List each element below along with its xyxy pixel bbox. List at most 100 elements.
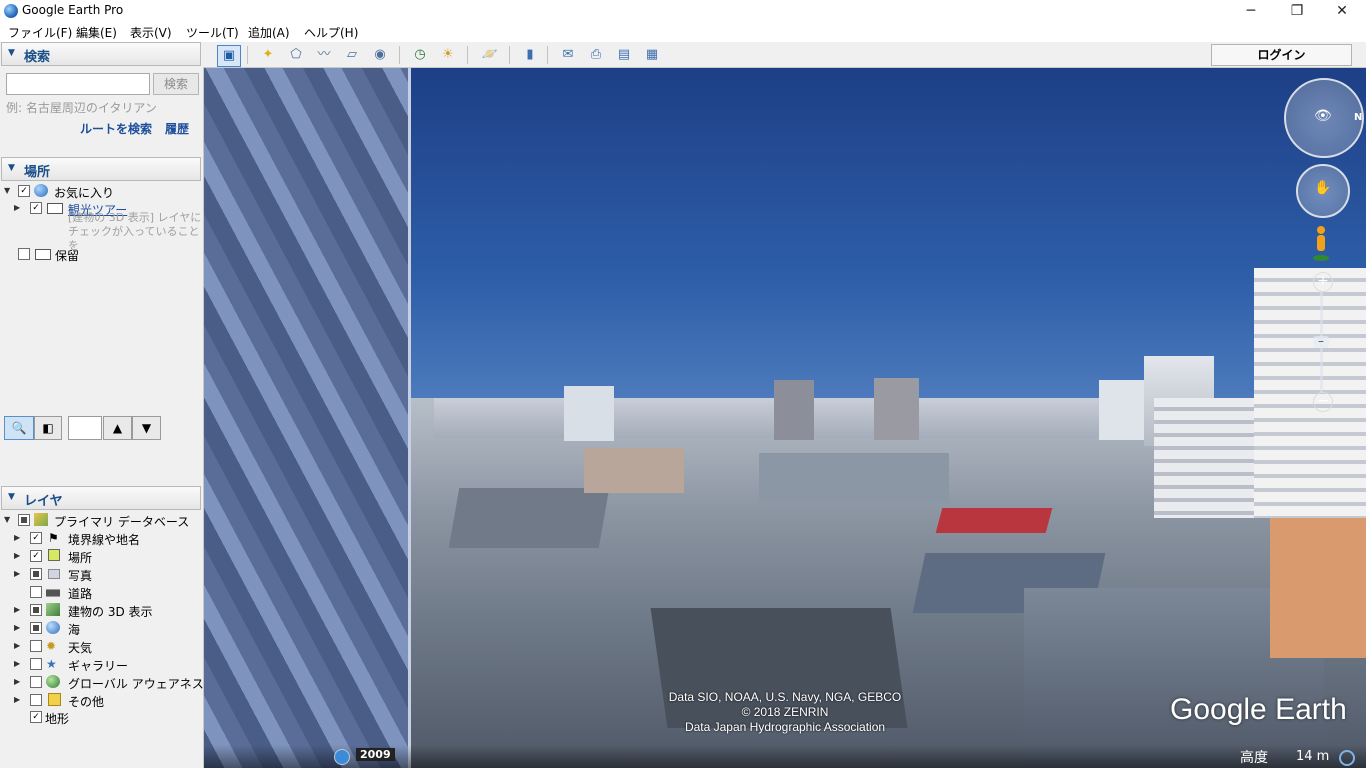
folder-icon xyxy=(35,249,51,260)
layer-primary-row[interactable]: ▼ プライマリ データベース xyxy=(0,511,203,529)
tour-checkbox[interactable]: ✓ xyxy=(30,202,42,214)
layer-checkbox[interactable] xyxy=(30,658,42,670)
expand-right-icon[interactable]: ▶ xyxy=(14,695,20,704)
history-link[interactable]: 履歴 xyxy=(165,120,189,137)
print-button[interactable]: ⎙ xyxy=(585,45,607,65)
layer-checkbox[interactable]: ✓ xyxy=(30,550,42,562)
layers-panel-header[interactable]: ▼ レイヤ xyxy=(1,486,201,510)
route-search-link[interactable]: ルートを検索 xyxy=(80,120,152,137)
menu-view[interactable]: 表示(V) xyxy=(130,24,172,41)
planet-icon: 🪐 xyxy=(481,47,499,62)
move-down-button[interactable]: ▼ xyxy=(132,416,161,440)
expand-right-icon[interactable]: ▶ xyxy=(14,677,20,686)
zoom-in-button[interactable]: + xyxy=(1313,272,1333,292)
login-button[interactable]: ログイン xyxy=(1211,44,1352,66)
street-view-pegman-icon[interactable] xyxy=(1311,224,1331,264)
expand-right-icon[interactable]: ▶ xyxy=(14,551,20,560)
search-panel-header[interactable]: ▼ 検索 xyxy=(1,42,201,66)
orange-building xyxy=(1270,518,1366,658)
places-panel-header[interactable]: ▼ 場所 xyxy=(1,157,201,181)
imagery-year[interactable]: 2009 xyxy=(356,748,395,761)
ruler-button[interactable]: ▮ xyxy=(519,45,541,65)
expand-down-icon[interactable]: ▼ xyxy=(4,515,10,524)
add-polygon-button[interactable]: ⬠ xyxy=(285,45,307,65)
layer-row[interactable]: ▶ ✓ 場所 xyxy=(0,547,203,565)
expand-right-icon[interactable]: ▶ xyxy=(14,605,20,614)
places-square-icon xyxy=(48,549,60,561)
minimize-button[interactable]: ─ xyxy=(1228,0,1274,22)
temporary-checkbox[interactable] xyxy=(18,248,30,260)
layer-checkbox[interactable] xyxy=(30,604,42,616)
toolbar-separator xyxy=(509,46,510,64)
places-favorites-row[interactable]: ▼ ✓ お気に入り xyxy=(0,182,203,200)
search-places-button[interactable]: 🔍 xyxy=(4,416,34,440)
zoom-slider-knob[interactable]: – xyxy=(1313,335,1329,348)
expand-right-icon[interactable]: ▶ xyxy=(14,623,20,632)
expand-right-icon[interactable]: ▶ xyxy=(14,659,20,668)
places-filter-box[interactable] xyxy=(68,416,102,440)
layer-checkbox[interactable] xyxy=(30,676,42,688)
layer-row[interactable]: 道路 xyxy=(0,583,203,601)
maximize-button[interactable]: ❐ xyxy=(1274,0,1320,22)
sidebar-icon: ▣ xyxy=(222,48,236,63)
primary-checkbox[interactable] xyxy=(18,514,30,526)
layer-row[interactable]: ▶ 海 xyxy=(0,619,203,637)
layer-row[interactable]: ▶ その他 xyxy=(0,691,203,709)
search-hint: 例: 名古屋周辺のイタリアン xyxy=(6,101,157,115)
expand-right-icon[interactable]: ▶ xyxy=(14,203,20,212)
sidebar-toggle-button[interactable]: ▣ xyxy=(217,45,241,67)
historical-clock-icon[interactable] xyxy=(334,749,350,765)
close-button[interactable]: ✕ xyxy=(1319,0,1365,22)
earth-3d-viewport[interactable] xyxy=(204,68,1366,768)
building xyxy=(564,386,614,441)
layers-stack-icon xyxy=(34,513,48,526)
expand-right-icon[interactable]: ▶ xyxy=(14,569,20,578)
layer-row[interactable]: ▶ グローバル アウェアネス xyxy=(0,673,204,691)
save-image-button[interactable]: ▤ xyxy=(613,45,635,65)
menu-edit[interactable]: 編集(E) xyxy=(76,24,117,41)
menu-add[interactable]: 追加(A) xyxy=(248,24,290,41)
layer-checkbox[interactable] xyxy=(30,640,42,652)
sunlight-button[interactable]: ☀ xyxy=(437,45,459,65)
zoom-out-button[interactable]: − xyxy=(1313,392,1333,412)
layer-checkbox[interactable]: ✓ xyxy=(30,532,42,544)
layer-row[interactable]: ▶ ★ ギャラリー xyxy=(0,655,203,673)
expand-down-icon[interactable]: ▼ xyxy=(4,186,10,195)
ruler-icon: ▮ xyxy=(526,47,534,62)
layer-row[interactable]: ▶ 建物の 3D 表示 xyxy=(0,601,203,619)
search-button[interactable]: 検索 xyxy=(153,73,199,95)
layer-checkbox[interactable] xyxy=(30,694,42,706)
email-button[interactable]: ✉ xyxy=(557,45,579,65)
record-tour-button[interactable]: ◉ xyxy=(369,45,391,65)
view-in-maps-button[interactable]: ▦ xyxy=(641,45,663,65)
layer-row[interactable]: ▶ ✹ 天気 xyxy=(0,637,203,655)
search-input[interactable] xyxy=(6,73,150,95)
expand-right-icon[interactable]: ▶ xyxy=(14,533,20,542)
layer-checkbox[interactable] xyxy=(30,586,42,598)
add-placemark-button[interactable]: ✦ xyxy=(257,45,279,65)
roof xyxy=(448,488,610,548)
apartment-block xyxy=(1154,398,1254,518)
layer-row[interactable]: ▶ 写真 xyxy=(0,565,203,583)
add-overlay-button[interactable]: ▱ xyxy=(341,45,363,65)
toggle-panel-button[interactable]: ◧ xyxy=(34,416,62,440)
arrow-down-icon: ▼ xyxy=(141,421,152,435)
move-up-button[interactable]: ▲ xyxy=(103,416,132,440)
menu-help[interactable]: ヘルプ(H) xyxy=(304,24,358,41)
layer-checkbox[interactable] xyxy=(30,622,42,634)
main-toolbar: ▣ ✦ ⬠ 〰 ▱ ◉ ◷ ☀ 🪐 ▮ ✉ ⎙ ▤ ▦ xyxy=(203,42,1366,68)
save-image-icon: ▤ xyxy=(617,47,631,62)
layer-row[interactable]: ▶ ✓ ⚑ 境界線や地名 xyxy=(0,529,203,547)
layer-checkbox[interactable] xyxy=(30,568,42,580)
favorites-checkbox[interactable]: ✓ xyxy=(18,185,30,197)
switch-planet-button[interactable]: 🪐 xyxy=(479,45,501,65)
add-path-button[interactable]: 〰 xyxy=(313,45,335,65)
terrain-checkbox[interactable]: ✓ xyxy=(30,711,42,723)
historical-imagery-button[interactable]: ◷ xyxy=(409,45,431,65)
menu-file[interactable]: ファイル(F) xyxy=(8,24,72,41)
layer-terrain-row[interactable]: ✓ 地形 xyxy=(0,708,203,726)
expand-right-icon[interactable]: ▶ xyxy=(14,641,20,650)
places-temporary-row[interactable]: 保留 xyxy=(0,245,203,263)
menu-tools[interactable]: ツール(T) xyxy=(186,24,239,41)
magnifier-icon: 🔍 xyxy=(11,421,27,435)
